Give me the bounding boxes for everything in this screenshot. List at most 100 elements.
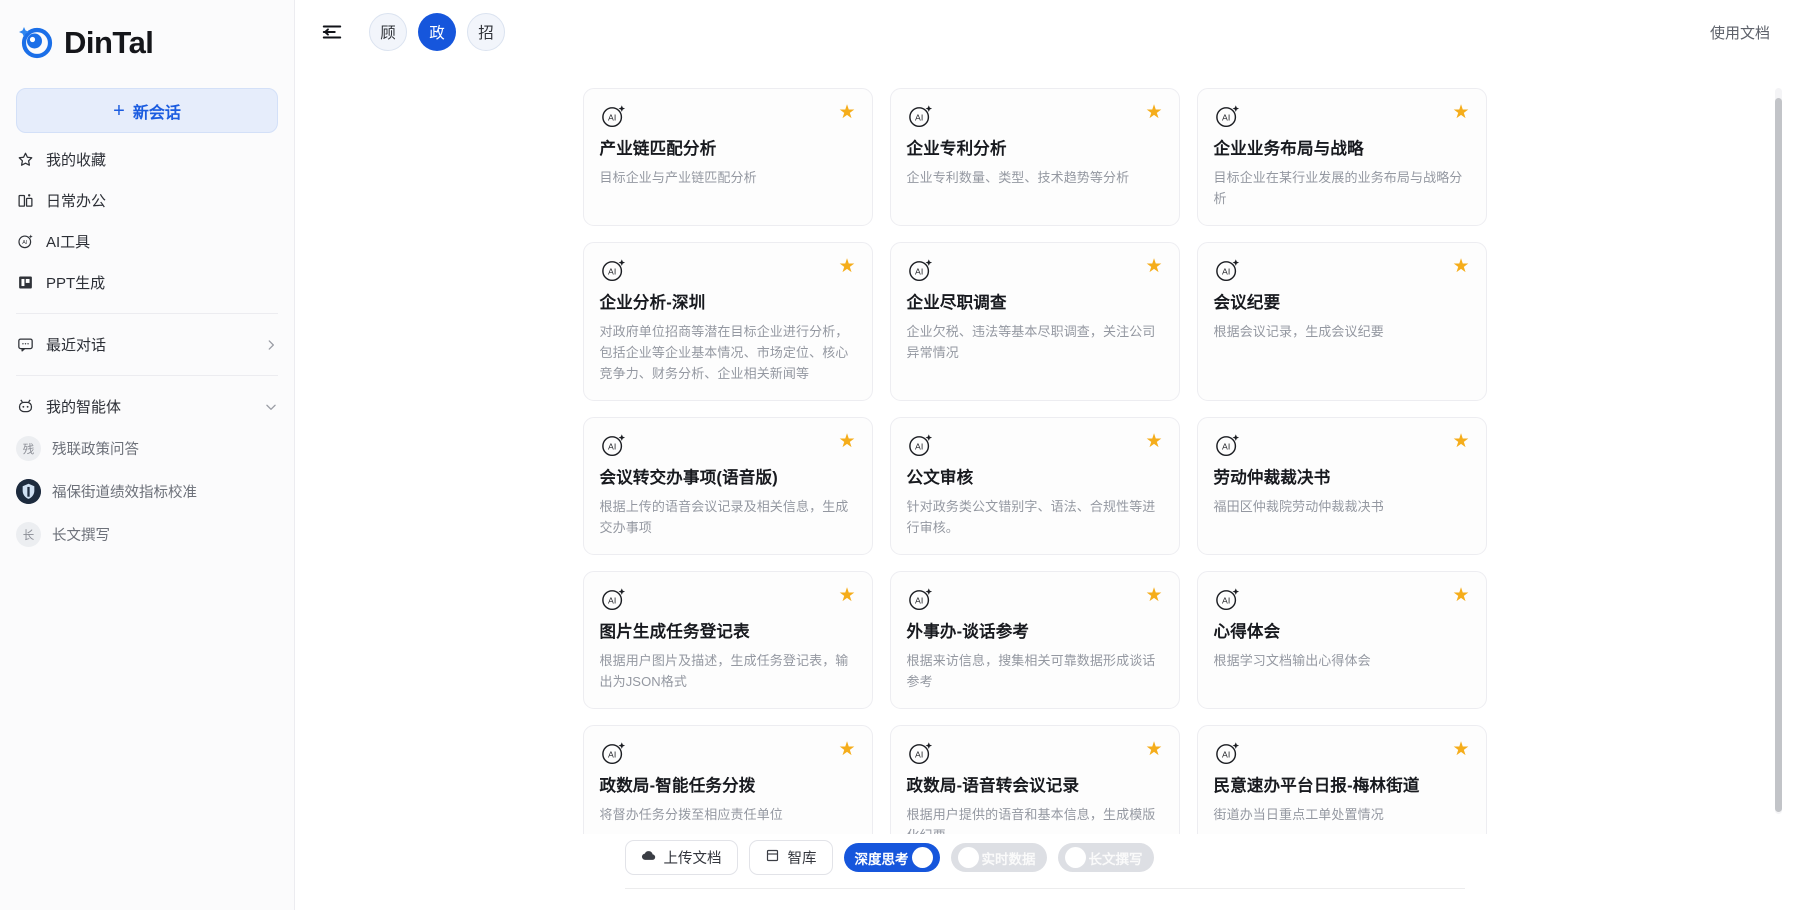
agent-card-header: AI ★ [1214,103,1470,130]
favorite-star-icon[interactable]: ★ [838,586,855,605]
agent-card[interactable]: AI★政数局-智能任务分拨将督办任务分拨至相应责任单位 [583,725,873,834]
agent-item-label: 福保街道绩效指标校准 [52,481,197,502]
favorite-star-icon[interactable]: ★ [838,103,855,122]
persona-badge-zheng[interactable]: 政 [418,13,456,51]
agent-cards-grid: AI★产业链匹配分析目标企业与产业链匹配分析AI★企业专利分析企业专利数量、类型… [583,88,1507,834]
ai-tool-icon: AI [16,232,35,251]
usage-docs-link[interactable]: 使用文档 [1710,22,1770,43]
agent-card-header: AI★ [1214,740,1470,767]
favorite-star-icon[interactable]: ★ [838,257,855,276]
agent-card-header: AI★ [600,740,856,767]
agent-card[interactable]: AI★政数局-语音转会议记录根据用户提供的语音和基本信息，生成模版化纪要 [890,725,1180,834]
persona-badge-zhao[interactable]: 招 [467,13,505,51]
favorite-star-icon[interactable]: ★ [1452,432,1469,451]
dintal-logo-icon [16,22,56,62]
agent-card-title: 心得体会 [1214,622,1470,643]
upload-document-button[interactable]: 上传文档 [625,840,738,875]
collapse-sidebar-icon[interactable] [317,17,347,47]
agent-card-header: AI ★ [907,103,1163,130]
sidebar-divider-2 [16,375,278,376]
agent-card[interactable]: AI★图片生成任务登记表根据用户图片及描述，生成任务登记表，输出为JSON格式 [583,571,873,709]
agent-card[interactable]: AI★会议纪要根据会议记录，生成会议纪要 [1197,242,1487,401]
svg-text:AI: AI [915,266,923,276]
svg-text:AI: AI [1222,596,1230,606]
ai-badge-icon: AI [1214,586,1241,613]
chevron-right-icon [264,338,278,352]
persona-badge-group: 顾 政 招 [369,13,505,51]
svg-text:AI: AI [915,112,923,122]
sidebar-item-daily-office[interactable]: 日常办公 [0,180,294,221]
favorite-star-icon[interactable]: ★ [1452,740,1469,759]
favorite-star-icon[interactable]: ★ [1145,586,1162,605]
agent-card-description: 将督办任务分拨至相应责任单位 [600,804,856,825]
vertical-scrollbar[interactable] [1775,88,1782,814]
toggle-realtime-data[interactable]: 实时数据 [951,843,1047,872]
knowledge-base-button[interactable]: 智库 [749,840,833,875]
agent-item-disability-policy-qa[interactable]: 残 残联政策问答 [0,427,294,470]
agent-card[interactable]: AI★企业分析-深圳对政府单位招商等潜在目标企业进行分析，包括企业等企业基本情况… [583,242,873,401]
sidebar-item-label: AI工具 [46,231,90,252]
toggle-deep-thinking[interactable]: 深度思考 [844,843,940,872]
ai-badge-icon: AI [1214,257,1241,284]
svg-text:AI: AI [915,442,923,452]
toggle-knob [912,847,933,868]
svg-text:AI: AI [608,266,616,276]
book-icon [765,848,780,867]
agent-card-description: 根据用户提供的语音和基本信息，生成模版化纪要 [907,804,1163,834]
agent-card-header: AI ★ [907,586,1163,613]
favorite-star-icon[interactable]: ★ [838,740,855,759]
favorite-star-icon[interactable]: ★ [1452,586,1469,605]
sidebar-item-ppt[interactable]: PPT生成 [0,262,294,303]
sidebar-item-ai-tools[interactable]: AI AI工具 [0,221,294,262]
agent-card-title: 图片生成任务登记表 [600,622,856,643]
scrollbar-thumb[interactable] [1775,98,1782,812]
favorite-star-icon[interactable]: ★ [1145,257,1162,276]
toggle-knob [1065,847,1086,868]
favorite-star-icon[interactable]: ★ [1145,740,1162,759]
composer-area: 上传文档 智库 深度思考 [295,834,1794,910]
favorite-star-icon[interactable]: ★ [1452,257,1469,276]
brand-name: DinTal [64,27,153,58]
brand-logo[interactable]: DinTal [0,10,294,74]
main-area: 顾 政 招 使用文档 AI★产业链匹配分析目标企业与产业链匹配分析AI★企业专利… [295,0,1794,910]
agent-card-title: 会议转交办事项(语音版) [600,468,856,489]
favorite-star-icon[interactable]: ★ [1145,432,1162,451]
agent-card-description: 根据上传的语音会议记录及相关信息，生成交办事项 [600,496,856,538]
persona-badge-gu[interactable]: 顾 [369,13,407,51]
agent-card[interactable]: AI ★ 会议转交办事项(语音版) 根据上传的语音会议记录及相关信息，生成交办事项 [583,417,873,555]
ai-badge-icon: AI [907,586,934,613]
favorite-star-icon[interactable]: ★ [838,432,855,451]
agent-card[interactable]: AI★公文审核针对政务类公文错别字、语法、合规性等进行审核。 [890,417,1180,555]
agent-card-description: 根据会议记录，生成会议纪要 [1214,321,1470,342]
ai-badge-icon: AI [1214,103,1241,130]
toggle-label: 深度思考 [855,848,909,868]
cloud-upload-icon [641,848,656,867]
star-outline-icon [16,150,35,169]
agent-card[interactable]: AI★产业链匹配分析目标企业与产业链匹配分析 [583,88,873,226]
new-chat-label: 新会话 [133,99,181,123]
agent-card[interactable]: AI★企业尽职调查企业欠税、违法等基本尽职调查，关注公司异常情况 [890,242,1180,401]
agent-card[interactable]: AI★企业业务布局与战略目标企业在某行业发展的业务布局与战略分析 [1197,88,1487,226]
toggle-long-form-writing[interactable]: 长文撰写 [1058,843,1154,872]
chevron-down-icon [264,400,278,414]
avatar [16,479,41,504]
favorite-star-icon[interactable]: ★ [1452,103,1469,122]
sidebar-item-my-agents[interactable]: 我的智能体 [0,386,294,427]
agent-card[interactable]: AI★民意速办平台日报-梅林街道街道办当日重点工单处置情况 [1197,725,1487,834]
sidebar-item-recent-chats[interactable]: 最近对话 [0,324,294,365]
new-chat-button[interactable]: + 新会话 [16,88,278,133]
agent-item-long-form-writing[interactable]: 长 长文撰写 [0,513,294,556]
agent-card[interactable]: AI★企业专利分析企业专利数量、类型、技术趋势等分析 [890,88,1180,226]
app-root: DinTal + 新会话 我的收藏 日常办公 [0,0,1794,910]
agent-item-fubao-kpi-calibration[interactable]: 福保街道绩效指标校准 [0,470,294,513]
agent-card[interactable]: AI★心得体会根据学习文档输出心得体会 [1197,571,1487,709]
agent-card[interactable]: AI★外事办-谈话参考根据来访信息，搜集相关可靠数据形成谈话参考 [890,571,1180,709]
svg-text:AI: AI [608,442,616,452]
message-input[interactable] [625,888,1465,910]
toggle-label: 长文撰写 [1089,848,1143,868]
agent-card-title: 政数局-语音转会议记录 [907,776,1163,797]
sidebar-item-favorites[interactable]: 我的收藏 [0,139,294,180]
agent-card[interactable]: AI★劳动仲裁裁决书福田区仲裁院劳动仲裁裁决书 [1197,417,1487,555]
agent-card-description: 对政府单位招商等潜在目标企业进行分析，包括企业等企业基本情况、市场定位、核心竞争… [600,321,856,385]
favorite-star-icon[interactable]: ★ [1145,103,1162,122]
